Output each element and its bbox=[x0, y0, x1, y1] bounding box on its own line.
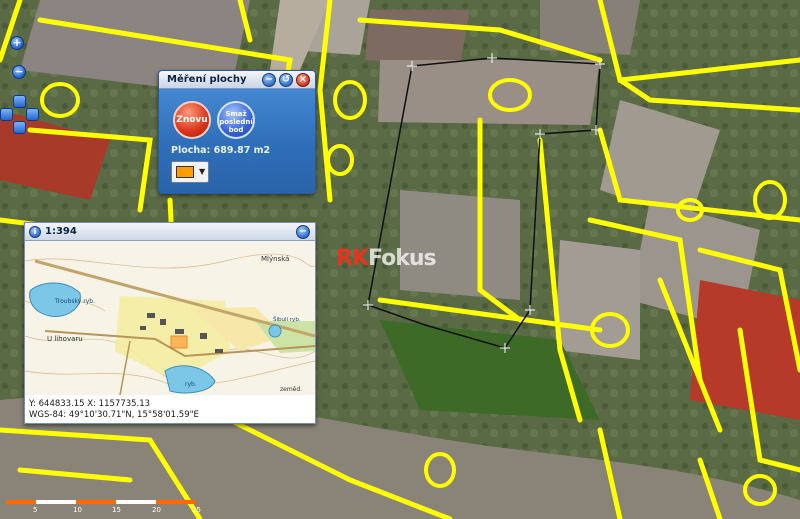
scale-tick: 20 bbox=[152, 506, 161, 514]
pan-up-button[interactable] bbox=[13, 95, 26, 108]
scale-tick: 15 bbox=[112, 506, 121, 514]
znovu-button[interactable]: Znovu bbox=[173, 101, 211, 139]
measure-area-panel: Měření plochy − ↺ × Znovu Smaž poslední … bbox=[158, 70, 316, 194]
delete-last-point-button[interactable]: Smaž poslední bod bbox=[217, 101, 255, 139]
scale-segment bbox=[76, 500, 116, 504]
pan-right-button[interactable] bbox=[26, 108, 39, 121]
color-picker[interactable]: ▼ bbox=[171, 161, 209, 183]
coordinates-jtsk: Y: 644833.15 X: 1157735.13 bbox=[29, 399, 151, 409]
area-readout: Plocha: 689.87 m2 bbox=[171, 145, 271, 156]
scale-bar: 5 10 15 20 25 bbox=[0, 494, 300, 519]
scale-segment bbox=[6, 500, 36, 504]
label-pond-1: Troubský ryb. bbox=[54, 298, 95, 305]
scale-tick: 25 bbox=[192, 506, 201, 514]
watermark: RKFokus bbox=[336, 246, 437, 271]
restore-button[interactable]: ↺ bbox=[279, 73, 293, 87]
coordinates-wgs84: WGS-84: 49°10'30.71"N, 15°58'01.59"E bbox=[29, 410, 199, 420]
watermark-brand: RK bbox=[336, 246, 369, 271]
zoom-in-button[interactable]: + bbox=[10, 36, 24, 50]
watermark-rest: Fokus bbox=[368, 246, 437, 271]
minimize-button[interactable]: − bbox=[262, 73, 276, 87]
label-zemedelsky: zeměd. bbox=[280, 386, 302, 393]
overview-map[interactable]: Troubský ryb. U lihovaru ryb. Mlýnská Ši… bbox=[25, 241, 315, 395]
map-navigation: − + bbox=[0, 0, 44, 160]
dropdown-arrow-icon: ▼ bbox=[199, 167, 206, 176]
close-button[interactable]: × bbox=[296, 73, 310, 87]
label-mlynska: Mlýnská bbox=[261, 255, 289, 263]
scale-tick: 5 bbox=[33, 506, 38, 514]
scale-segment bbox=[156, 500, 196, 504]
scale-label: 1:394 bbox=[45, 226, 77, 237]
pan-down-button[interactable] bbox=[13, 121, 26, 134]
label-sibula: Šibuli ryb. bbox=[273, 316, 301, 323]
pan-left-button[interactable] bbox=[0, 108, 13, 121]
pan-control bbox=[0, 95, 40, 135]
collapse-button[interactable]: − bbox=[296, 225, 310, 239]
color-swatch bbox=[176, 166, 194, 178]
scale-segment bbox=[116, 500, 156, 504]
label-street: U lihovaru bbox=[47, 335, 83, 343]
measure-panel-titlebar[interactable]: Měření plochy − ↺ × bbox=[159, 71, 315, 89]
overview-titlebar[interactable]: i 1:394 − bbox=[25, 223, 315, 241]
scale-segment bbox=[36, 500, 76, 504]
measure-panel-title: Měření plochy bbox=[167, 74, 247, 85]
info-icon[interactable]: i bbox=[29, 226, 41, 238]
label-pond-2: ryb. bbox=[185, 381, 197, 388]
scale-tick: 10 bbox=[73, 506, 82, 514]
coordinates-readout: Y: 644833.15 X: 1157735.13 WGS-84: 49°10… bbox=[29, 399, 199, 421]
overview-map-panel: i 1:394 − Troubský ryb. U lihovaru ryb. … bbox=[24, 222, 316, 424]
zoom-out-button[interactable]: − bbox=[12, 65, 26, 79]
